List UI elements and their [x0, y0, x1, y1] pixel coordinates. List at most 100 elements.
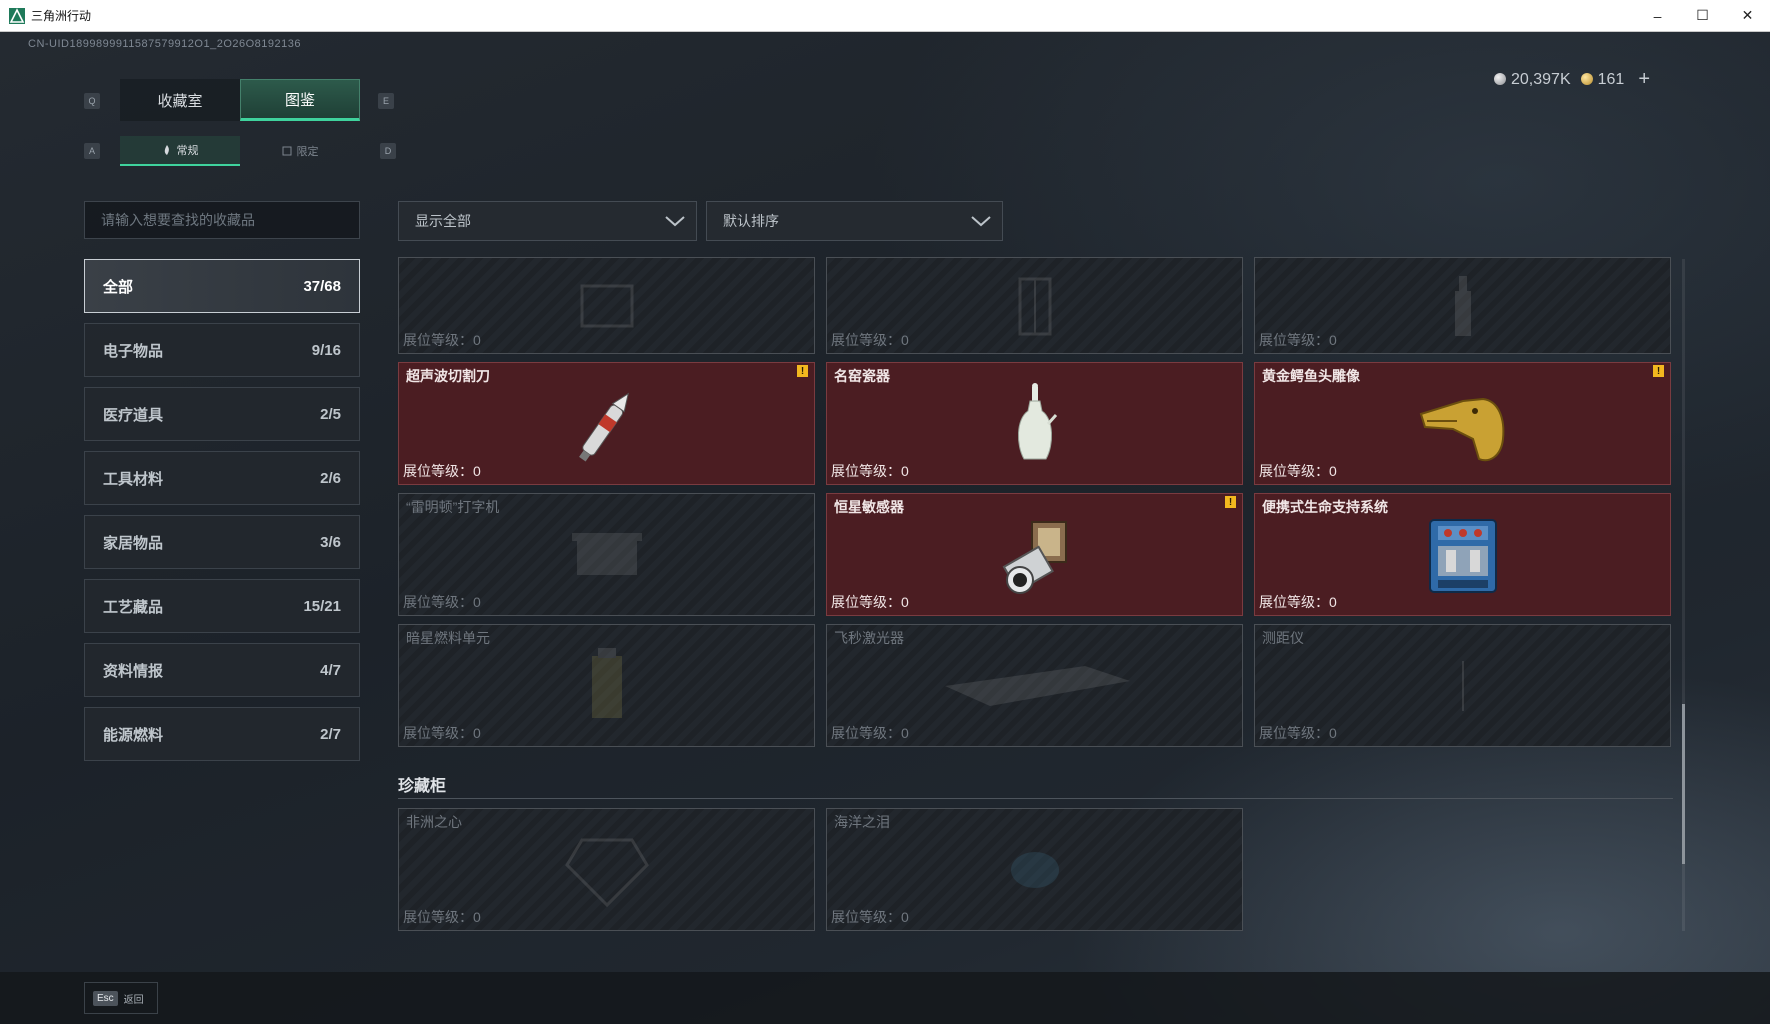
treasure-section-title: 珍藏柜 [398, 778, 447, 795]
category-label: 工艺藏品 [103, 598, 164, 616]
item-card[interactable]: 展位等级：0 [826, 257, 1243, 354]
item-card-ultrasonic-knife[interactable]: 超声波切割刀 ! 展位等级：0 [398, 362, 815, 485]
window-title: 三角洲行动 [31, 9, 92, 23]
maximize-button[interactable]: ☐ [1680, 0, 1725, 31]
subtab-limited[interactable]: 限定 [240, 136, 360, 166]
gold-crocodile-head-icon [1419, 397, 1504, 461]
category-tools[interactable]: 工具材料 2/6 [84, 451, 360, 505]
item-card-star-sensor[interactable]: 恒星敏感器 ! 展位等级：0 [826, 493, 1243, 616]
currency-display: 20,397K 161 + [1494, 68, 1650, 91]
tab-catalog[interactable]: 图鉴 [240, 79, 360, 121]
close-button[interactable]: ✕ [1725, 0, 1770, 31]
silver-coin-icon [1494, 73, 1506, 86]
subtab-regular-label: 常规 [176, 145, 199, 157]
femtosecond-laser-icon [944, 665, 1130, 706]
category-count: 9/16 [311, 341, 341, 359]
item-level: 展位等级：0 [1259, 332, 1337, 348]
item-card-fuel-cell[interactable]: 暗星燃料单元 展位等级：0 [398, 624, 815, 747]
item-level: 展位等级：0 [403, 594, 481, 610]
item-card-life-support[interactable]: 便携式生命支持系统 展位等级：0 [1254, 493, 1671, 616]
star-sensor-icon [1002, 520, 1067, 594]
item-card-gold-crocodile[interactable]: 黄金鳄鱼头雕像 ! 展位等级：0 [1254, 362, 1671, 485]
porcelain-vase-icon [1017, 382, 1057, 459]
filter-dropdown-value: 显示全部 [415, 213, 471, 229]
item-name: 测距仪 [1262, 630, 1304, 646]
item-name: 名窑瓷器 [834, 368, 890, 384]
category-electronics[interactable]: 电子物品 9/16 [84, 323, 360, 377]
item-card-typewriter[interactable]: “雷明顿”打字机 展位等级：0 [398, 493, 815, 616]
category-label: 资料情报 [103, 662, 164, 680]
item-name: 便携式生命支持系统 [1262, 499, 1388, 515]
category-count: 3/6 [320, 533, 341, 551]
subtab-regular[interactable]: 常规 [120, 136, 240, 166]
item-card-rangefinder[interactable]: 测距仪 展位等级：0 [1254, 624, 1671, 747]
window-titlebar: 三角洲行动 – ☐ ✕ [0, 0, 1770, 32]
minimize-button[interactable]: – [1635, 0, 1680, 31]
game-viewport: CN-UID1899899911587579912O1_2O26O8192136… [0, 32, 1770, 1024]
item-card[interactable]: 展位等级：0 [1254, 257, 1671, 354]
warning-badge: ! [797, 365, 808, 377]
warning-badge: ! [1653, 365, 1664, 377]
category-count: 4/7 [320, 661, 341, 679]
item-level: 展位等级：0 [403, 463, 481, 479]
silver-currency: 20,397K [1494, 71, 1571, 89]
item-card-laser[interactable]: 飞秒激光器 展位等级：0 [826, 624, 1243, 747]
item-level: 展位等级：0 [1259, 463, 1337, 479]
add-currency-button[interactable]: + [1638, 68, 1650, 91]
chevron-down-icon [971, 216, 991, 227]
category-label: 工具材料 [103, 470, 164, 488]
flame-icon [164, 145, 169, 155]
item-name: “雷明顿”打字机 [406, 499, 500, 515]
item-level: 展位等级：0 [831, 463, 909, 479]
warning-badge: ! [1225, 496, 1236, 508]
filter-dropdown[interactable]: 显示全部 [398, 201, 697, 241]
scrollbar-thumb[interactable] [1682, 704, 1685, 864]
item-level: 展位等级：0 [831, 332, 909, 348]
typewriter-icon [571, 532, 642, 575]
item-card-tear-of-ocean[interactable]: 海洋之泪 展位等级：0 [826, 808, 1243, 931]
category-label: 医疗道具 [103, 406, 164, 424]
section-divider [398, 798, 1673, 799]
key-hint-d: D [380, 143, 396, 159]
back-button[interactable]: Esc 返回 [84, 982, 158, 1014]
key-hint-e: E [378, 93, 394, 109]
category-intel[interactable]: 资料情报 4/7 [84, 643, 360, 697]
item-level: 展位等级：0 [403, 909, 481, 925]
search-input[interactable] [99, 211, 345, 229]
gold-coin-icon [1580, 73, 1593, 86]
gold-amount: 161 [1597, 70, 1625, 88]
grid-scrollbar[interactable] [1682, 259, 1685, 931]
category-household[interactable]: 家居物品 3/6 [84, 515, 360, 569]
item-level: 展位等级：0 [831, 909, 909, 925]
item-name: 飞秒激光器 [834, 630, 904, 646]
item-card[interactable]: 展位等级：0 [398, 257, 815, 354]
life-support-system-icon [1428, 518, 1497, 593]
key-hint-a: A [84, 143, 100, 159]
category-count: 2/5 [320, 405, 341, 423]
category-label: 全部 [103, 278, 134, 296]
chevron-down-icon [665, 216, 685, 227]
frame-icon [282, 146, 291, 156]
item-card-porcelain[interactable]: 名窑瓷器 展位等级：0 [826, 362, 1243, 485]
item-card-heart-of-africa[interactable]: 非洲之心 展位等级：0 [398, 808, 815, 931]
main-tabs: 收藏室 图鉴 [120, 79, 360, 121]
category-sidebar: 全部 37/68 电子物品 9/16 医疗道具 2/5 工具材料 2/6 家居物品 3/6… [84, 259, 360, 771]
category-crafts[interactable]: 工艺藏品 15/21 [84, 579, 360, 633]
category-medical[interactable]: 医疗道具 2/5 [84, 387, 360, 441]
category-all[interactable]: 全部 37/68 [84, 259, 360, 313]
category-energy[interactable]: 能源燃料 2/7 [84, 707, 360, 761]
item-name: 海洋之泪 [834, 814, 890, 830]
item-level: 展位等级：0 [831, 594, 909, 610]
ultrasonic-knife-icon [578, 392, 629, 462]
sort-dropdown[interactable]: 默认排序 [706, 201, 1003, 241]
category-count: 2/7 [320, 725, 341, 743]
tab-collection-room[interactable]: 收藏室 [120, 79, 240, 121]
category-label: 电子物品 [103, 342, 164, 360]
esc-key-hint: Esc [93, 990, 118, 1006]
sort-dropdown-value: 默认排序 [723, 213, 779, 229]
generic-item-icon [580, 284, 633, 327]
app-logo-icon [9, 7, 25, 24]
sub-tabs: 常规 限定 [120, 136, 360, 166]
item-name: 超声波切割刀 [406, 368, 490, 384]
item-name: 黄金鳄鱼头雕像 [1262, 368, 1360, 384]
